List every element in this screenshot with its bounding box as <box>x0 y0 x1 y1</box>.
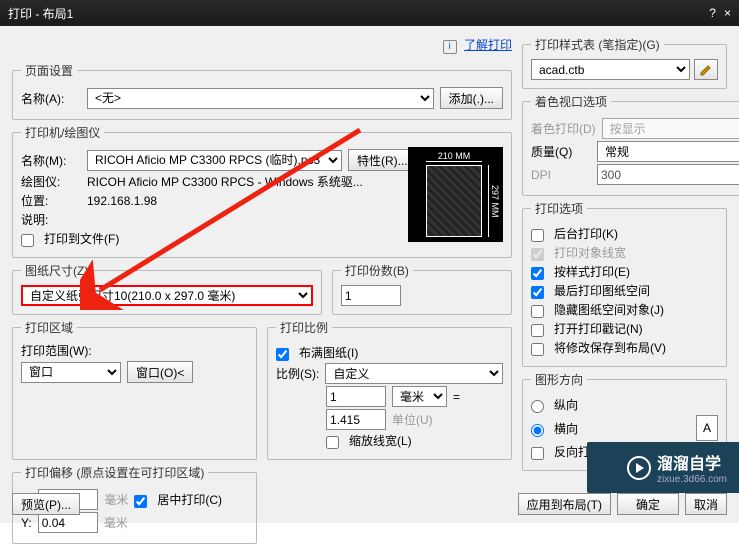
paper-size-legend: 图纸尺寸(Z) <box>21 262 92 279</box>
plotter-value: RICOH Aficio MP C3300 RPCS - Windows 系统驱… <box>87 173 363 190</box>
help-row: i 了解打印 <box>12 36 512 54</box>
plot-to-file-label: 打印到文件(F) <box>44 230 119 247</box>
preview-button[interactable]: 预览(P)... <box>12 493 80 515</box>
copies-legend: 打印份数(B) <box>341 262 413 279</box>
watermark-text: 溜溜自学 <box>657 450 727 474</box>
apply-to-layout-button[interactable]: 应用到布局(T) <box>518 493 611 515</box>
bottom-bar: 预览(P)... 应用到布局(T) 确定 取消 <box>12 493 727 515</box>
option-save-layout-checkbox[interactable] <box>531 343 544 356</box>
options-legend: 打印选项 <box>531 200 587 217</box>
copies-input[interactable] <box>341 285 401 306</box>
plot-scale-legend: 打印比例 <box>276 319 332 336</box>
plot-style-select[interactable]: acad.ctb <box>531 59 690 80</box>
page-setup-group: 页面设置 名称(A): <无> 添加(.)... <box>12 62 512 120</box>
learn-about-plotting-link[interactable]: 了解打印 <box>464 38 512 52</box>
plot-options-group: 打印选项 后台打印(K) 打印对象线宽 按样式打印(E) 最后打印图纸空间 隐藏… <box>522 200 727 367</box>
paper-height-label: 297 MM <box>490 165 500 237</box>
paper-width-label: 210 MM <box>426 151 482 161</box>
info-icon: i <box>443 40 457 54</box>
quality-label: 质量(Q) <box>531 143 591 160</box>
where-label: 位置: <box>21 192 81 209</box>
portrait-label: 纵向 <box>554 396 578 413</box>
plot-to-file-checkbox[interactable] <box>21 234 34 247</box>
scale-select[interactable]: 自定义 <box>325 363 503 384</box>
add-pagesetup-button[interactable]: 添加(.)... <box>440 87 503 109</box>
landscape-radio[interactable] <box>531 424 544 437</box>
desc-label: 说明: <box>21 211 81 228</box>
scale-unit1-select[interactable]: 毫米 <box>392 386 447 407</box>
shaded-legend: 着色视口选项 <box>531 93 611 110</box>
orientation-icon: A <box>696 415 718 441</box>
printer-legend: 打印机/绘图仪 <box>21 124 104 141</box>
upside-down-label: 反向打 <box>554 443 590 460</box>
pencil-icon <box>699 63 713 77</box>
option-paperspace-last-checkbox[interactable] <box>531 286 544 299</box>
shade-plot-select: 按显示 <box>602 118 739 139</box>
offset-legend: 打印偏移 (原点设置在可打印区域) <box>21 464 208 481</box>
dpi-label: DPI <box>531 168 591 182</box>
scale-lineweights-checkbox[interactable] <box>326 436 339 449</box>
option-background-label: 后台打印(K) <box>554 225 618 242</box>
portrait-radio[interactable] <box>531 400 544 413</box>
paper-preview: 210 MM 297 MM <box>408 147 503 242</box>
scale-num1-input[interactable] <box>326 386 386 407</box>
scale-unit2-label: 单位(U) <box>392 411 433 428</box>
paper-size-group: 图纸尺寸(Z) 自定义纸张尺寸10(210.0 x 297.0 毫米) <box>12 262 322 315</box>
fit-to-paper-label: 布满图纸(I) <box>299 344 358 361</box>
window-button[interactable]: 窗口(O)< <box>127 361 193 383</box>
option-stamp-checkbox[interactable] <box>531 324 544 337</box>
quality-select[interactable]: 常规 <box>597 141 739 162</box>
option-lineweights-label: 打印对象线宽 <box>554 244 626 261</box>
upside-down-checkbox[interactable] <box>531 447 544 460</box>
shaded-viewport-group: 着色视口选项 着色打印(D) 按显示 质量(Q) 常规 DPI <box>522 93 739 196</box>
plotter-label: 绘图仪: <box>21 173 81 190</box>
orientation-legend: 图形方向 <box>531 371 587 388</box>
plot-area-legend: 打印区域 <box>21 319 77 336</box>
printer-group: 打印机/绘图仪 210 MM 297 MM 名称(M): RICOH Afici… <box>12 124 512 258</box>
equals-label: = <box>453 390 460 404</box>
page-setup-legend: 页面设置 <box>21 62 77 79</box>
play-icon <box>627 456 651 480</box>
option-styles-label: 按样式打印(E) <box>554 263 630 280</box>
close-icon[interactable]: × <box>724 6 731 20</box>
what-to-plot-label: 打印范围(W): <box>21 342 248 359</box>
help-icon[interactable]: ? <box>709 6 716 20</box>
paper-size-select[interactable]: 自定义纸张尺寸10(210.0 x 297.0 毫米) <box>21 285 313 306</box>
copies-group: 打印份数(B) <box>332 262 512 315</box>
scale-label: 比例(S): <box>276 365 319 382</box>
watermark: 溜溜自学 zixue.3d66.com <box>587 442 739 493</box>
option-paperspace-last-label: 最后打印图纸空间 <box>554 282 650 299</box>
scale-num2-input[interactable] <box>326 409 386 430</box>
edit-plot-style-button[interactable] <box>694 59 718 80</box>
option-stamp-label: 打开打印戳记(N) <box>554 320 643 337</box>
fit-to-paper-checkbox[interactable] <box>276 348 289 361</box>
printer-name-label: 名称(M): <box>21 152 81 169</box>
landscape-label: 横向 <box>554 420 578 437</box>
pagesetup-name-label: 名称(A): <box>21 90 81 107</box>
option-save-layout-label: 将修改保存到布局(V) <box>554 339 666 356</box>
where-value: 192.168.1.98 <box>87 194 157 208</box>
cancel-button[interactable]: 取消 <box>685 493 727 515</box>
plot-style-legend: 打印样式表 (笔指定)(G) <box>531 36 664 53</box>
shade-plot-label: 着色打印(D) <box>531 120 596 137</box>
option-background-checkbox[interactable] <box>531 229 544 242</box>
what-to-plot-select[interactable]: 窗口 <box>21 362 121 383</box>
option-lineweights-checkbox <box>531 248 544 261</box>
plot-style-group: 打印样式表 (笔指定)(G) acad.ctb <box>522 36 727 89</box>
dpi-input <box>597 164 739 185</box>
ok-button[interactable]: 确定 <box>617 493 679 515</box>
option-hide-label: 隐藏图纸空间对象(J) <box>554 301 664 318</box>
title-bar: 打印 - 布局1 ? × <box>0 0 739 26</box>
printer-name-select[interactable]: RICOH Aficio MP C3300 RPCS (临时).pc3 <box>87 150 342 171</box>
scale-lineweights-label: 缩放线宽(L) <box>349 432 412 449</box>
pagesetup-name-select[interactable]: <无> <box>87 88 434 109</box>
plot-area-group: 打印区域 打印范围(W): 窗口 窗口(O)< <box>12 319 257 460</box>
watermark-sub: zixue.3d66.com <box>657 474 727 485</box>
option-styles-checkbox[interactable] <box>531 267 544 280</box>
option-hide-checkbox[interactable] <box>531 305 544 318</box>
printer-properties-button[interactable]: 特性(R)... <box>348 149 417 171</box>
plot-scale-group: 打印比例 布满图纸(I) 比例(S): 自定义 毫米 = <box>267 319 512 460</box>
window-title: 打印 - 布局1 <box>8 5 701 22</box>
